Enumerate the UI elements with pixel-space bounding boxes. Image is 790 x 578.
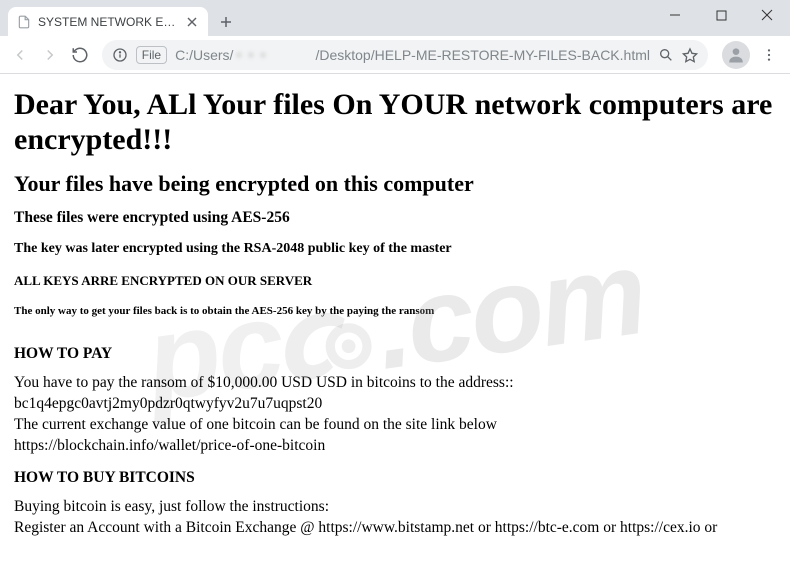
- close-tab-button[interactable]: [184, 14, 200, 30]
- url-suffix: /Desktop/HELP-ME-RESTORE-MY-FILES-BACK.h…: [315, 47, 650, 63]
- page-content: pc .com Dear You, ALl Your files On YOUR…: [0, 74, 790, 578]
- close-window-button[interactable]: [744, 0, 790, 30]
- pay-line-1: You have to pay the ransom of $10,000.00…: [14, 373, 776, 394]
- headline-h4: The key was later encrypted using the RS…: [14, 241, 776, 257]
- headline-h3: These files were encrypted using AES-256: [14, 209, 776, 227]
- pay-line-4: https://blockchain.info/wallet/price-of-…: [14, 436, 776, 457]
- file-badge: File: [136, 46, 167, 64]
- tab-title: SYSTEM NETWORK ENCRYPTED: [38, 15, 178, 29]
- back-button[interactable]: [6, 40, 34, 70]
- headline-h2: Your files have being encrypted on this …: [14, 171, 776, 197]
- file-badge-label: File: [142, 47, 161, 63]
- headline-h6: The only way to get your files back is t…: [14, 305, 776, 317]
- buy-line-1: Buying bitcoin is easy, just follow the …: [14, 497, 776, 518]
- headline-h1: Dear You, ALl Your files On YOUR network…: [14, 88, 776, 157]
- window-controls: [652, 0, 790, 30]
- url-redacted: [233, 49, 315, 61]
- bookmark-icon[interactable]: [682, 47, 698, 63]
- pay-line-2: bc1q4epgc0avtj2my0pdzr0qtwyfyv2u7u7uqpst…: [14, 394, 776, 415]
- new-tab-button[interactable]: [212, 8, 240, 36]
- minimize-button[interactable]: [652, 0, 698, 30]
- buy-line-2: Register an Account with a Bitcoin Excha…: [14, 518, 776, 539]
- info-icon[interactable]: [112, 47, 128, 63]
- reload-button[interactable]: [66, 40, 94, 70]
- maximize-button[interactable]: [698, 0, 744, 30]
- profile-avatar[interactable]: [722, 41, 750, 69]
- file-icon: [16, 14, 32, 30]
- headline-h5: ALL KEYS ARRE ENCRYPTED ON OUR SERVER: [14, 273, 776, 289]
- forward-button[interactable]: [36, 40, 64, 70]
- url-prefix: C:/Users/: [175, 47, 233, 63]
- search-in-page-icon[interactable]: [658, 47, 674, 63]
- browser-tab[interactable]: SYSTEM NETWORK ENCRYPTED: [8, 7, 208, 37]
- browser-toolbar: File C:/Users/ /Desktop/HELP-ME-RESTORE-…: [0, 36, 790, 74]
- how-to-buy-title: HOW TO BUY BITCOINS: [14, 469, 776, 487]
- how-to-pay-title: HOW TO PAY: [14, 345, 776, 363]
- menu-button[interactable]: [754, 40, 784, 70]
- url-text: C:/Users/ /Desktop/HELP-ME-RESTORE-MY-FI…: [175, 47, 650, 63]
- window-titlebar: SYSTEM NETWORK ENCRYPTED: [0, 0, 790, 36]
- address-bar[interactable]: File C:/Users/ /Desktop/HELP-ME-RESTORE-…: [102, 40, 708, 70]
- pay-line-3: The current exchange value of one bitcoi…: [14, 415, 776, 436]
